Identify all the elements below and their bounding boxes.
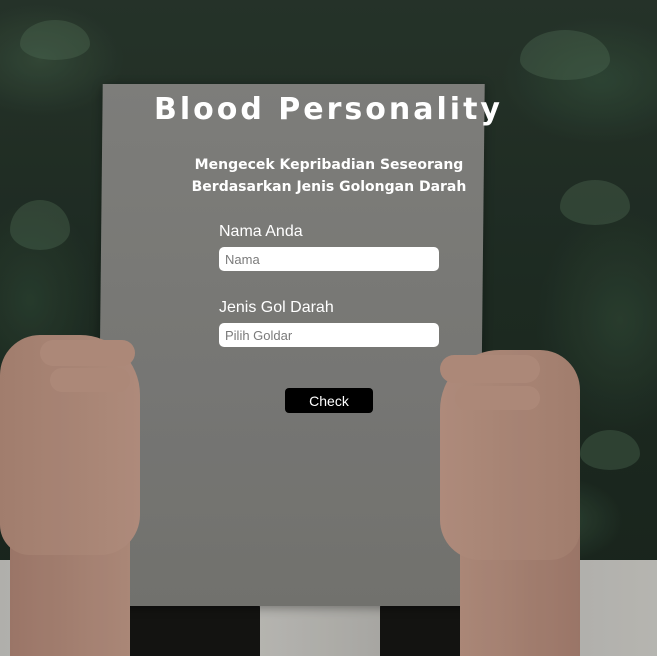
subtitle-line-1: Mengecek Kepribadian Seseorang [194, 157, 464, 173]
check-button[interactable]: Check [285, 388, 373, 413]
page-title: Blood Personality [0, 92, 657, 127]
blood-type-input[interactable] [219, 323, 439, 347]
subtitle-line-2: Berdasarkan Jenis Golongan Darah [191, 179, 467, 195]
name-input[interactable] [219, 247, 439, 271]
name-label: Nama Anda [219, 223, 303, 240]
blood-type-label: Jenis Gol Darah [219, 299, 334, 316]
page-title-text: Blood Personality [154, 92, 503, 127]
page-subtitle: Mengecek Kepribadian Seseorang Berdasark… [170, 154, 488, 198]
